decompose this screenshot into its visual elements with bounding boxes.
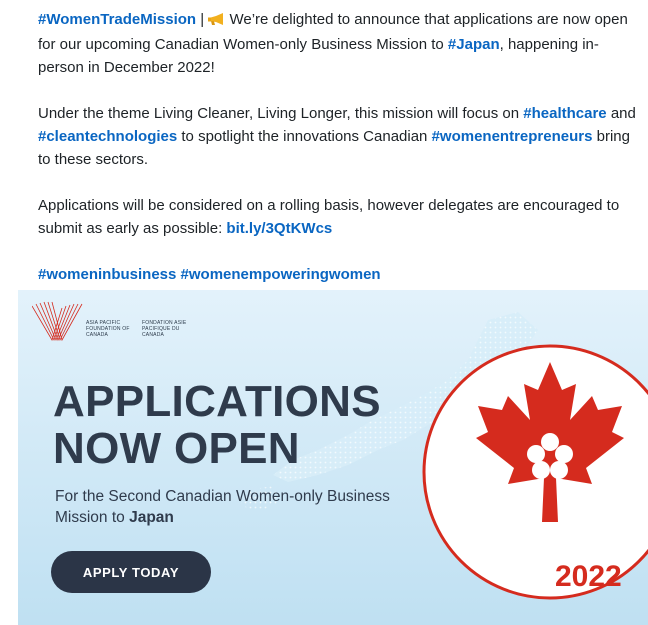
post-text: #WomenTradeMission | We’re delighted to … bbox=[38, 8, 638, 286]
hashtag-japan[interactable]: #Japan bbox=[448, 36, 500, 53]
logo-text-french: FONDATION ASIE PACIFIQUE DU CANADA bbox=[142, 320, 187, 338]
hashtag-womenentrepreneurs[interactable]: #womenentrepreneurs bbox=[432, 128, 593, 145]
foundation-logo-icon bbox=[32, 301, 83, 342]
logo-text-english: ASIA PACIFIC FOUNDATION OF CANADA bbox=[86, 320, 130, 338]
linkedin-post: #WomenTradeMission | We’re delighted to … bbox=[0, 0, 648, 625]
post-paragraph-2: Under the theme Living Cleaner, Living L… bbox=[38, 102, 638, 171]
para2-text-a: Under the theme Living Cleaner, Living L… bbox=[38, 105, 524, 122]
banner-headline: APPLICATIONS NOW OPEN bbox=[53, 378, 381, 472]
separator: | bbox=[196, 11, 209, 28]
para2-text-b: to spotlight the innovations Canadian bbox=[177, 128, 432, 145]
hashtag-womentrademission[interactable]: #WomenTradeMission bbox=[38, 11, 196, 28]
hashtag-womenempoweringwomen[interactable]: #womenempoweringwomen bbox=[181, 266, 381, 283]
para2-and: and bbox=[606, 105, 636, 122]
hashtag-womeninbusiness[interactable]: #womeninbusiness bbox=[38, 266, 176, 283]
banner-subtitle-japan: Japan bbox=[129, 509, 174, 526]
hashtag-healthcare[interactable]: #healthcare bbox=[523, 105, 606, 122]
hashtag-cleantechnologies[interactable]: #cleantechnologies bbox=[38, 128, 177, 145]
post-paragraph-3: Applications will be considered on a rol… bbox=[38, 194, 638, 240]
megaphone-icon bbox=[208, 10, 225, 33]
banner-subtitle-text: For the Second Canadian Women-only Busin… bbox=[55, 488, 390, 526]
headline-line-1: APPLICATIONS bbox=[53, 377, 381, 426]
headline-line-2: NOW OPEN bbox=[53, 424, 300, 473]
post-paragraph-4: #womeninbusiness #womenempoweringwomen bbox=[38, 263, 638, 286]
post-image-banner[interactable]: ASIA PACIFIC FOUNDATION OF CANADA FONDAT… bbox=[18, 290, 648, 625]
emblem-year: 2022 bbox=[555, 560, 622, 593]
post-paragraph-1: #WomenTradeMission | We’re delighted to … bbox=[38, 8, 638, 79]
apply-today-button[interactable]: APPLY TODAY bbox=[51, 551, 211, 593]
banner-subtitle: For the Second Canadian Women-only Busin… bbox=[55, 486, 415, 528]
application-link[interactable]: bit.ly/3QtKWcs bbox=[226, 220, 332, 237]
